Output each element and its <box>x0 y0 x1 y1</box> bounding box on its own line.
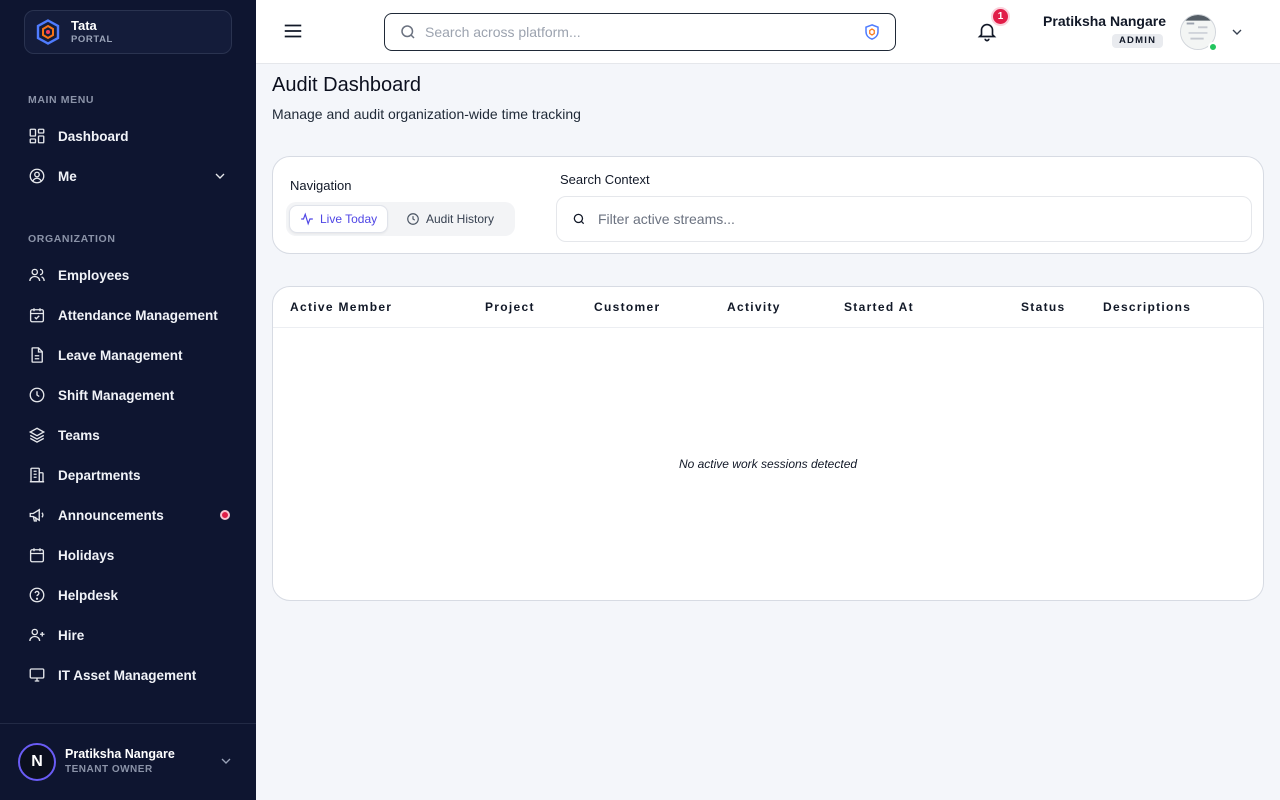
sidebar-item-label: Hire <box>58 627 85 643</box>
page-subtitle: Manage and audit organization-wide time … <box>272 106 581 122</box>
hamburger-menu-icon[interactable] <box>282 20 304 42</box>
tab-label: Live Today <box>320 212 378 226</box>
sidebar-user-profile[interactable]: N Pratiksha Nangare TENANT OWNER <box>0 723 256 800</box>
column-header-project[interactable]: Project <box>485 300 535 314</box>
sidebar-item-me[interactable]: Me <box>28 164 232 188</box>
dashboard-icon <box>29 128 45 144</box>
column-header-started-at[interactable]: Started At <box>844 300 914 314</box>
activity-icon <box>301 212 313 226</box>
avatar: N <box>18 743 56 781</box>
section-label-main-menu: MAIN MENU <box>28 94 95 106</box>
sidebar-item-label: Departments <box>58 467 141 483</box>
brand-hexagon-icon <box>36 19 60 45</box>
layers-icon <box>28 427 46 443</box>
chevron-down-icon[interactable] <box>218 753 234 769</box>
search-icon <box>401 25 415 39</box>
monitor-icon <box>29 668 45 682</box>
sidebar-item-shift[interactable]: Shift Management <box>28 383 232 407</box>
sidebar-item-label: Holidays <box>58 547 115 563</box>
user-plus-icon <box>29 628 45 642</box>
sidebar-item-label: Announcements <box>58 507 164 523</box>
tab-live-today[interactable]: Live Today <box>289 205 389 233</box>
calendar-icon <box>29 548 45 563</box>
column-header-active-member[interactable]: Active Member <box>290 300 392 314</box>
global-search-input[interactable] <box>425 24 845 40</box>
document-icon <box>31 347 43 363</box>
column-header-activity[interactable]: Activity <box>727 300 781 314</box>
building-icon <box>29 467 45 483</box>
notification-count-badge: 1 <box>991 7 1010 26</box>
section-label-organization: ORGANIZATION <box>28 233 116 245</box>
sidebar-item-dashboard[interactable]: Dashboard <box>28 124 232 148</box>
column-header-customer[interactable]: Customer <box>594 300 660 314</box>
users-icon <box>29 268 45 282</box>
chevron-down-icon[interactable] <box>1229 24 1245 40</box>
sidebar-item-label: Attendance Management <box>58 307 218 323</box>
filter-card: Navigation Live Today Audit History Sear… <box>272 156 1264 254</box>
history-icon <box>407 213 419 225</box>
online-status-dot <box>1208 42 1218 52</box>
header-user-name[interactable]: Pratiksha Nangare <box>1043 13 1166 29</box>
notification-dot <box>220 510 230 520</box>
chevron-down-icon[interactable] <box>212 168 228 184</box>
sidebar-user-role: TENANT OWNER <box>65 764 153 775</box>
sidebar-item-hire[interactable]: Hire <box>28 623 232 647</box>
sidebar-item-holidays[interactable]: Holidays <box>28 543 232 567</box>
stream-filter-box[interactable] <box>556 196 1252 242</box>
navigation-label: Navigation <box>290 178 352 193</box>
stream-filter-input[interactable] <box>598 211 1218 227</box>
top-bar: 1 Pratiksha Nangare ADMIN <box>256 0 1280 64</box>
megaphone-icon <box>29 508 44 522</box>
sidebar: Tata PORTAL MAIN MENU Dashboard Me ORGAN… <box>0 0 256 800</box>
search-context-label: Search Context <box>560 172 650 187</box>
calendar-check-icon <box>29 308 45 323</box>
page-title: Audit Dashboard <box>272 74 421 96</box>
brand-logo-block[interactable]: Tata PORTAL <box>24 10 232 54</box>
brand-subtitle: PORTAL <box>71 34 113 45</box>
sidebar-item-label: Dashboard <box>58 128 129 144</box>
sidebar-item-label: Employees <box>58 267 130 283</box>
sidebar-item-label: Helpdesk <box>58 587 119 603</box>
empty-state-message: No active work sessions detected <box>678 457 858 471</box>
active-sessions-table: Active Member Project Customer Activity … <box>272 286 1264 601</box>
ai-shield-icon[interactable] <box>863 23 881 41</box>
help-circle-icon <box>29 587 45 603</box>
sidebar-item-label: IT Asset Management <box>58 667 197 683</box>
sidebar-item-employees[interactable]: Employees <box>28 263 232 287</box>
sidebar-user-name: Pratiksha Nangare <box>65 747 175 761</box>
sidebar-item-announcements[interactable]: Announcements <box>28 503 232 527</box>
user-role-badge: ADMIN <box>1112 34 1164 48</box>
sidebar-item-helpdesk[interactable]: Helpdesk <box>28 583 232 607</box>
sidebar-item-label: Shift Management <box>58 387 175 403</box>
sidebar-item-label: Me <box>58 168 77 184</box>
column-header-descriptions[interactable]: Descriptions <box>1103 300 1191 314</box>
view-toggle: Live Today Audit History <box>286 202 515 236</box>
search-icon <box>573 213 585 225</box>
sidebar-item-leave[interactable]: Leave Management <box>28 343 232 367</box>
sidebar-item-label: Leave Management <box>58 347 183 363</box>
sidebar-item-it-assets[interactable]: IT Asset Management <box>28 663 232 687</box>
sidebar-item-label: Teams <box>58 427 100 443</box>
tab-audit-history[interactable]: Audit History <box>396 205 504 233</box>
brand-name: Tata <box>71 18 97 33</box>
sidebar-item-attendance[interactable]: Attendance Management <box>28 303 232 327</box>
sidebar-item-departments[interactable]: Departments <box>28 463 232 487</box>
global-search-box[interactable] <box>384 13 896 51</box>
table-header: Active Member Project Customer Activity … <box>273 287 1263 328</box>
user-circle-icon <box>29 168 45 184</box>
column-header-status[interactable]: Status <box>1021 300 1065 314</box>
sidebar-item-teams[interactable]: Teams <box>28 423 232 447</box>
clock-icon <box>29 387 45 403</box>
tab-label: Audit History <box>426 212 495 226</box>
